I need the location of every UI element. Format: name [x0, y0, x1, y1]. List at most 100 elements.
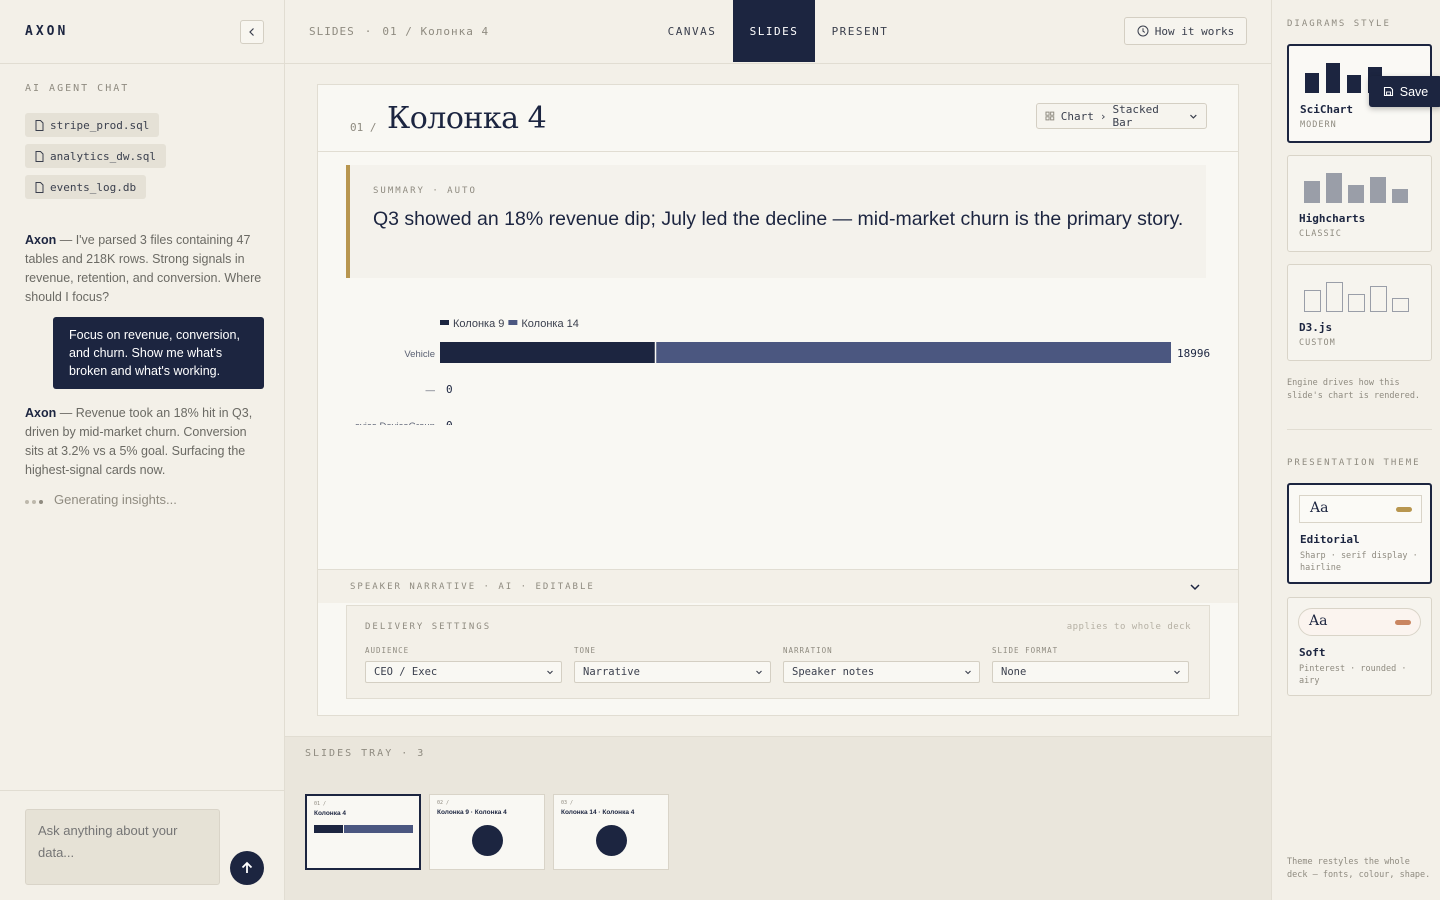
- slide-thumbnail[interactable]: 01 / Колонка 4: [305, 794, 421, 870]
- how-it-works-label: How it works: [1154, 24, 1235, 38]
- stacked-bar-chart: Колонка 9 Колонка 14 Vehicle 18996 — 0 evice.D…: [355, 318, 1210, 425]
- theme-name: Soft: [1299, 646, 1326, 659]
- applies-note: applies to whole deck: [1066, 622, 1191, 632]
- theme-note: Theme restyles the whole deck — fonts, c…: [1287, 857, 1431, 880]
- slide-header: 01 / Колонка 4 Chart › Stacked Bar: [318, 85, 1238, 152]
- slides-tray: SLIDES TRAY · 3 01 / Колонка 4 02 / Коло…: [285, 736, 1271, 900]
- thumb-pie: [596, 825, 627, 856]
- file-icon: [35, 150, 44, 162]
- style-card-highcharts[interactable]: Highcharts CLASSIC: [1287, 155, 1432, 252]
- chat-composer: [0, 790, 285, 900]
- chevron-right-icon: ›: [1099, 109, 1107, 123]
- tray-label: SLIDES TRAY · 3: [305, 748, 426, 759]
- file-name: events_log.db: [50, 180, 137, 194]
- accent-pill: [1396, 507, 1412, 512]
- generating-text: Generating insights...: [54, 492, 177, 507]
- theme-sub: Pinterest · rounded · airy: [1299, 664, 1407, 686]
- slide-title[interactable]: Колонка 4: [387, 101, 547, 136]
- narration-field: NARRATION Speaker notes: [783, 646, 980, 683]
- select-value: None: [1001, 666, 1027, 678]
- message-author: Axon: [25, 233, 57, 247]
- thumb-pie: [472, 825, 503, 856]
- breadcrumb-section[interactable]: SLIDES: [309, 25, 355, 38]
- chevron-down-icon: [756, 670, 762, 675]
- audience-field: AUDIENCE CEO / Exec: [365, 646, 562, 683]
- file-chip[interactable]: events_log.db: [25, 175, 147, 199]
- accent-pill: [1395, 620, 1411, 625]
- chevron-down-icon: [1190, 114, 1197, 119]
- chat-input[interactable]: [25, 809, 220, 885]
- slide-number: 01 /: [350, 121, 377, 134]
- slide-thumbnail[interactable]: 02 / Колонка 9 · Колонка 4: [429, 794, 545, 870]
- chart-type-family: Chart: [1060, 109, 1094, 123]
- typing-dots-icon: [25, 492, 46, 507]
- file-chip[interactable]: stripe_prod.sql: [25, 113, 160, 137]
- chat-section-label: AI AGENT CHAT: [25, 83, 130, 94]
- send-button[interactable]: [230, 851, 264, 885]
- presentation-theme-label: PRESENTATION THEME: [1287, 458, 1421, 468]
- chevron-down-icon: [965, 670, 971, 675]
- thumb-number: 03 /: [561, 800, 574, 806]
- thumb-number: 01 /: [314, 801, 327, 807]
- select-value: Narrative: [583, 666, 640, 678]
- chevron-down-icon: [547, 670, 553, 675]
- slide-format-select[interactable]: None: [992, 661, 1189, 683]
- bar-total-label: 18996: [1177, 347, 1210, 360]
- style-card-scichart[interactable]: SciChart MODERN Save: [1287, 44, 1440, 143]
- message-text: — I've parsed 3 files containing 47 tabl…: [25, 233, 262, 304]
- slide-card: 01 / Колонка 4 Chart › Stacked Bar SUMMA…: [317, 84, 1239, 716]
- summary-callout: SUMMARY · AUTO Q3 showed an 18% revenue …: [346, 165, 1206, 278]
- style-sub: MODERN: [1300, 120, 1337, 130]
- chart-type-variant: Stacked Bar: [1112, 103, 1159, 129]
- file-chip[interactable]: analytics_dw.sql: [25, 144, 166, 168]
- delivery-label: DELIVERY SETTINGS: [365, 622, 492, 632]
- thumb-number: 02 /: [437, 800, 450, 806]
- legend-swatch: [508, 320, 518, 325]
- tab-present[interactable]: PRESENT: [825, 0, 895, 62]
- theme-sample-text: Aa: [1310, 500, 1329, 516]
- theme-sample-text: Aa: [1309, 613, 1328, 629]
- file-name: stripe_prod.sql: [50, 118, 150, 132]
- how-it-works-button[interactable]: How it works: [1124, 17, 1247, 45]
- theme-card-editorial[interactable]: Aa Editorial Sharp · serif display · hai…: [1287, 483, 1432, 584]
- audience-select[interactable]: CEO / Exec: [365, 661, 562, 683]
- chevron-down-icon[interactable]: [1188, 580, 1202, 594]
- narrative-label: SPEAKER NARRATIVE · AI · EDITABLE: [350, 582, 595, 592]
- slide-stage: 01 / Колонка 4 Chart › Stacked Bar SUMMA…: [285, 64, 1271, 736]
- speaker-narrative-bar[interactable]: SPEAKER NARRATIVE · AI · EDITABLE: [318, 569, 1238, 603]
- collapse-sidebar-button[interactable]: [240, 20, 264, 44]
- user-message: Focus on revenue, conversion, and churn.…: [53, 317, 264, 389]
- slide-format-field: SLIDE FORMAT None: [992, 646, 1189, 683]
- grid-icon: [1045, 111, 1055, 121]
- thumb-bar-light: [344, 825, 413, 833]
- bar-total-label: 0: [446, 383, 453, 396]
- thumb-title: Колонка 9 · Колонка 4: [437, 809, 507, 816]
- engine-note: Engine drives how this slide's chart is …: [1287, 378, 1421, 401]
- file-icon: [35, 181, 44, 193]
- legend-label: Колонка 14: [521, 318, 578, 330]
- brand-logo: AXON: [25, 24, 69, 39]
- generating-status: Generating insights...: [25, 492, 177, 507]
- save-label: Save: [1399, 84, 1429, 99]
- tab-slides[interactable]: SLIDES: [733, 0, 815, 62]
- summary-label: SUMMARY · AUTO: [373, 186, 477, 196]
- theme-name: Editorial: [1300, 533, 1360, 546]
- tab-canvas[interactable]: CANVAS: [659, 0, 725, 62]
- tone-select[interactable]: Narrative: [574, 661, 771, 683]
- breadcrumb-path: 01 / Колонка 4: [382, 25, 490, 38]
- narration-select[interactable]: Speaker notes: [783, 661, 980, 683]
- category-label: Vehicle: [404, 349, 435, 360]
- style-card-d3[interactable]: D3.js CUSTOM: [1287, 264, 1432, 361]
- summary-text[interactable]: Q3 showed an 18% revenue dip; July led t…: [373, 206, 1193, 233]
- chart-type-selector[interactable]: Chart › Stacked Bar: [1036, 103, 1207, 129]
- slide-thumbnail[interactable]: 03 / Колонка 14 · Колонка 4: [553, 794, 669, 870]
- select-value: Speaker notes: [792, 666, 875, 678]
- legend-label: Колонка 9: [453, 318, 504, 330]
- category-label: —: [426, 385, 436, 396]
- theme-sub: Sharp · serif display · hairline: [1300, 551, 1418, 573]
- theme-card-soft[interactable]: Aa Soft Pinterest · rounded · airy: [1287, 597, 1432, 696]
- style-panel: DIAGRAMS STYLE SciChart MODERN Save High…: [1271, 0, 1440, 900]
- top-bar: SLIDES · 01 / Колонка 4 CANVAS SLIDES PR…: [285, 0, 1271, 64]
- breadcrumb-separator: ·: [364, 25, 373, 38]
- save-button[interactable]: Save: [1369, 76, 1440, 107]
